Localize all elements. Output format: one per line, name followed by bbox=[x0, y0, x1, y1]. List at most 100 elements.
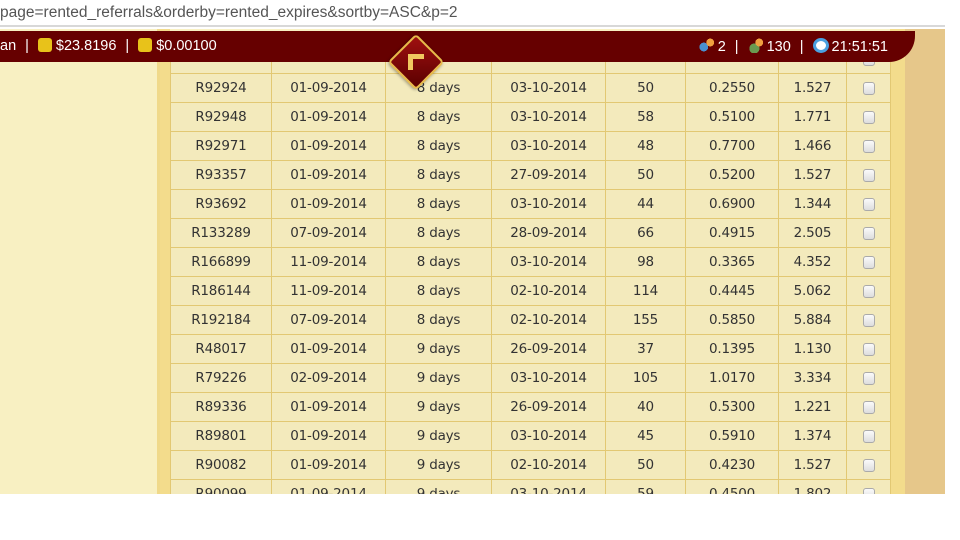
direct-referrals-count[interactable]: 2 bbox=[718, 39, 726, 55]
referral-id: R90082 bbox=[170, 450, 272, 480]
clicks: 40 bbox=[605, 392, 686, 422]
next-payment: 8 days bbox=[385, 189, 492, 219]
table-row: R92971 01-09-2014 8 days 03-10-2014 48 0.7700… bbox=[170, 131, 891, 161]
expires: 02-10-2014 bbox=[491, 305, 606, 335]
row-checkbox[interactable] bbox=[862, 255, 875, 269]
next-payment: 9 days bbox=[385, 334, 492, 364]
username[interactable]: an bbox=[0, 38, 16, 54]
next-payment: 8 days bbox=[385, 276, 492, 306]
referral-id: R186144 bbox=[170, 276, 272, 306]
row-checkbox[interactable] bbox=[862, 81, 875, 95]
referral-since: 01-09-2014 bbox=[271, 421, 386, 451]
next-payment: 8 days bbox=[385, 247, 492, 277]
next-payment: 9 days bbox=[385, 479, 492, 494]
row-checkbox[interactable] bbox=[862, 429, 875, 443]
row-checkbox[interactable] bbox=[862, 168, 875, 182]
table-row: R166899 11-09-2014 8 days 03-10-2014 98 0.336… bbox=[170, 247, 891, 277]
referral-since: 02-09-2014 bbox=[271, 363, 386, 393]
referral-id: R89801 bbox=[170, 421, 272, 451]
table-row: R89801 01-09-2014 9 days 03-10-2014 45 0.5910… bbox=[170, 421, 891, 451]
referral-since: 01-09-2014 bbox=[271, 450, 386, 480]
alarm-clock-icon bbox=[812, 38, 829, 53]
page-content: R92924 01-09-2014 8 days 03-10-2014 50 0.2550… bbox=[0, 29, 945, 494]
referral-since: 01-09-2014 bbox=[271, 73, 386, 103]
expires: 02-10-2014 bbox=[491, 450, 606, 480]
row-checkbox[interactable] bbox=[862, 110, 875, 124]
table-row: R79226 02-09-2014 9 days 03-10-2014 105 1.017… bbox=[170, 363, 891, 393]
rented-referrals-icon bbox=[747, 38, 764, 53]
clicks: 50 bbox=[605, 73, 686, 103]
rental-balance: $0.00100 bbox=[156, 38, 217, 54]
avg-1: 1.374 bbox=[778, 421, 847, 451]
next-payment: 8 days bbox=[385, 160, 492, 190]
referral-id: R166899 bbox=[170, 247, 272, 277]
avg: 0.5200 bbox=[685, 160, 779, 190]
avg-1: 1.221 bbox=[778, 392, 847, 422]
referral-id: R48017 bbox=[170, 334, 272, 364]
row-checkbox[interactable] bbox=[862, 400, 875, 414]
referral-id: R79226 bbox=[170, 363, 272, 393]
avg: 0.2550 bbox=[685, 73, 779, 103]
clicks: 66 bbox=[605, 218, 686, 248]
coins-icon bbox=[37, 38, 52, 52]
rented-referrals-table: R92924 01-09-2014 8 days 03-10-2014 50 0.2550… bbox=[170, 44, 891, 494]
clicks: 45 bbox=[605, 421, 686, 451]
referral-since: 01-09-2014 bbox=[271, 102, 386, 132]
avg: 0.5910 bbox=[685, 421, 779, 451]
row-checkbox[interactable] bbox=[862, 313, 875, 327]
row-checkbox[interactable] bbox=[862, 487, 875, 494]
expires: 26-09-2014 bbox=[491, 334, 606, 364]
left-panel bbox=[0, 29, 157, 494]
expires: 26-09-2014 bbox=[491, 392, 606, 422]
row-checkbox[interactable] bbox=[862, 342, 875, 356]
avg: 0.4230 bbox=[685, 450, 779, 480]
row-checkbox[interactable] bbox=[862, 197, 875, 211]
avg: 0.1395 bbox=[685, 334, 779, 364]
referral-since: 01-09-2014 bbox=[271, 131, 386, 161]
avg: 0.5300 bbox=[685, 392, 779, 422]
clicks: 50 bbox=[605, 160, 686, 190]
clicks: 44 bbox=[605, 189, 686, 219]
clicks: 155 bbox=[605, 305, 686, 335]
rented-referrals-count[interactable]: 130 bbox=[767, 39, 791, 55]
avg-1: 1.802 bbox=[778, 479, 847, 494]
referral-since: 01-09-2014 bbox=[271, 334, 386, 364]
expires: 03-10-2014 bbox=[491, 421, 606, 451]
referral-id: R92948 bbox=[170, 102, 272, 132]
expires: 03-10-2014 bbox=[491, 247, 606, 277]
referral-id: R133289 bbox=[170, 218, 272, 248]
table-row: R133289 07-09-2014 8 days 28-09-2014 66 0.491… bbox=[170, 218, 891, 248]
avg-1: 1.771 bbox=[778, 102, 847, 132]
referral-since: 01-09-2014 bbox=[271, 392, 386, 422]
avg-1: 2.505 bbox=[778, 218, 847, 248]
avg: 1.0170 bbox=[685, 363, 779, 393]
avg-1: 1.527 bbox=[778, 73, 847, 103]
next-payment: 9 days bbox=[385, 421, 492, 451]
table-row: R90082 01-09-2014 9 days 02-10-2014 50 0.4230… bbox=[170, 450, 891, 480]
avg: 0.6900 bbox=[685, 189, 779, 219]
avg-1: 1.466 bbox=[778, 131, 847, 161]
referral-since: 01-09-2014 bbox=[271, 479, 386, 494]
next-payment: 9 days bbox=[385, 363, 492, 393]
expires: 28-09-2014 bbox=[491, 218, 606, 248]
table-row: R192184 07-09-2014 8 days 02-10-2014 155 0.58… bbox=[170, 305, 891, 335]
avg: 0.4915 bbox=[685, 218, 779, 248]
server-time: 21:51:51 bbox=[831, 39, 888, 55]
avg-1: 5.884 bbox=[778, 305, 847, 335]
row-checkbox[interactable] bbox=[862, 284, 875, 298]
referral-id: R93357 bbox=[170, 160, 272, 190]
row-checkbox[interactable] bbox=[862, 226, 875, 240]
next-payment: 8 days bbox=[385, 305, 492, 335]
expires: 27-09-2014 bbox=[491, 160, 606, 190]
main-balance: $23.8196 bbox=[55, 38, 117, 54]
table-row: R92948 01-09-2014 8 days 03-10-2014 58 0.5100… bbox=[170, 102, 891, 132]
referral-id: R89336 bbox=[170, 392, 272, 422]
row-checkbox[interactable] bbox=[862, 371, 875, 385]
expires: 02-10-2014 bbox=[491, 276, 606, 306]
table-row: R186144 11-09-2014 8 days 02-10-2014 114 0.44… bbox=[170, 276, 891, 306]
clicks: 105 bbox=[605, 363, 686, 393]
row-checkbox[interactable] bbox=[862, 458, 875, 472]
avg-1: 1.344 bbox=[778, 189, 847, 219]
address-bar[interactable]: page=rented_referrals&orderby=rented_exp… bbox=[0, 0, 945, 27]
row-checkbox[interactable] bbox=[862, 139, 875, 153]
